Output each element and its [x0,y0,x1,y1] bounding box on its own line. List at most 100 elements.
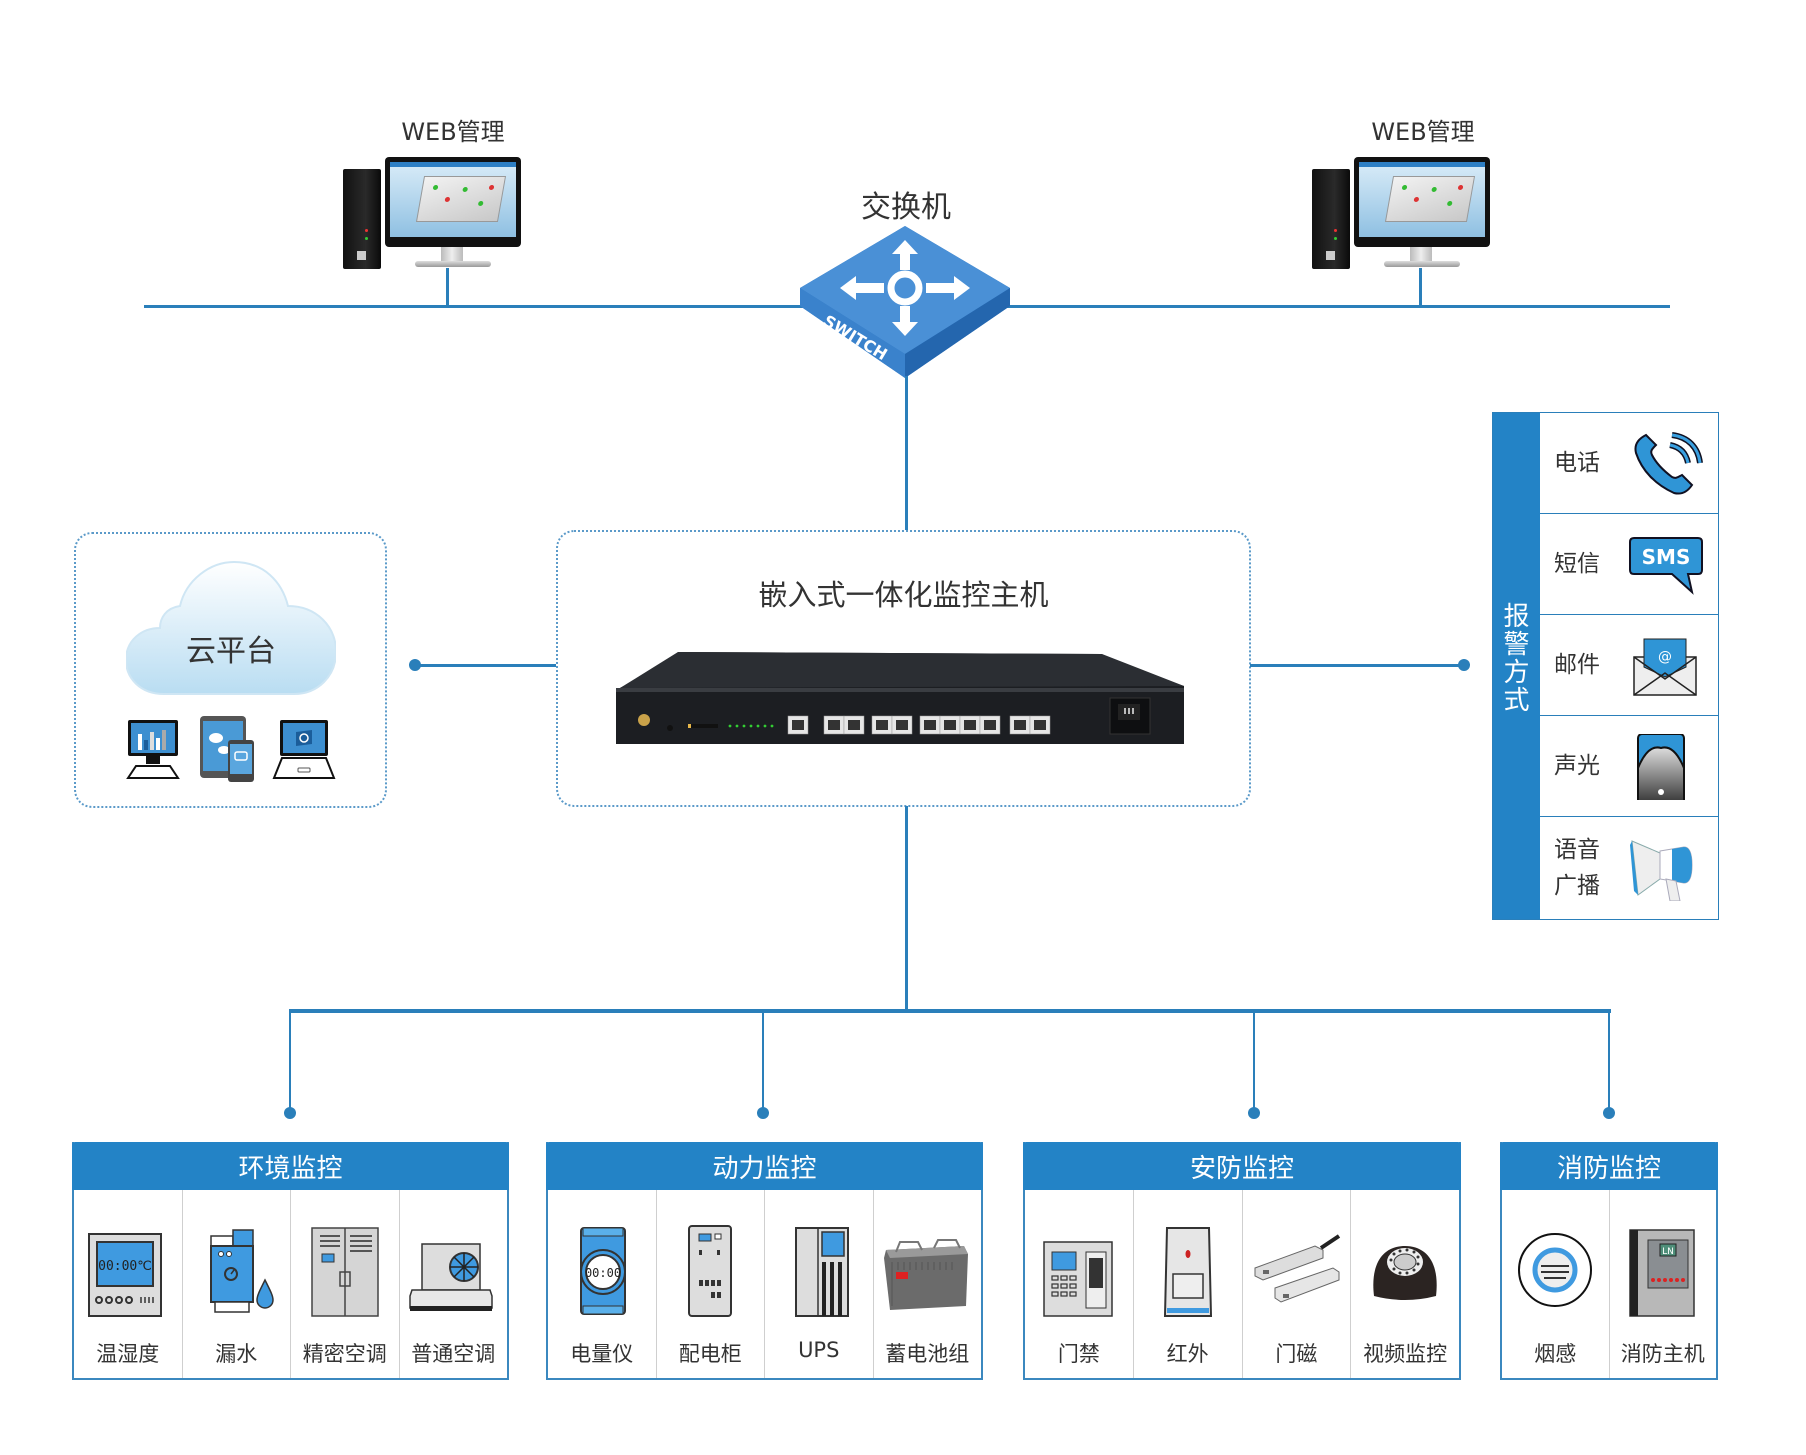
alarm-item-label: 声光 [1554,753,1600,779]
item-label: 视频监控 [1363,1342,1448,1366]
cloud-platform-box: 云平台 [74,532,387,808]
infrared-sensor-icon [1163,1227,1212,1317]
category-environment: 环境监控 00:00℃ 温湿度 漏水 精密空调 普通空调 [72,1142,509,1380]
item-door-magnet[interactable]: 门磁 [1243,1190,1352,1378]
web-management-label-right: WEB管理 [1371,118,1475,146]
category-security: 安防监控 门禁 红外 门磁 视频监控 [1023,1142,1461,1380]
category-title: 消防监控 [1500,1142,1718,1190]
switch-label: 交换机 [861,190,951,225]
battery-icon [884,1239,969,1310]
bus-branch-power [762,1011,764,1111]
item-label: 温湿度 [96,1342,160,1366]
alarm-item-label: 电话 [1554,450,1600,476]
switch-icon[interactable]: SWITCH [800,226,1010,378]
bus-branch-fire [1608,1011,1610,1111]
category-fire: 消防监控 烟感 LN 消防主机 [1500,1142,1718,1380]
host-title: 嵌入式一体化监控主机 [758,578,1049,612]
pc-right-drop-line [1419,268,1422,306]
sms-icon: SMS [1629,537,1703,595]
smoke-detector-icon [1518,1233,1593,1307]
alarm-item-phone[interactable]: 电话 [1540,413,1718,514]
email-icon: @ [1633,638,1697,696]
pc-left-drop-line [446,268,449,306]
item-label: 红外 [1166,1342,1209,1366]
item-access-control[interactable]: 门禁 [1025,1190,1134,1378]
cloud-platform-label: 云平台 [186,634,276,669]
switch-to-host-line [905,376,908,532]
svg-text:LN: LN [1662,1247,1674,1257]
pc-tower-icon [343,169,381,269]
item-label: 烟感 [1534,1342,1577,1366]
siren-icon [1637,734,1685,800]
item-video-surveillance[interactable]: 视频监控 [1351,1190,1459,1378]
item-infrared[interactable]: 红外 [1134,1190,1243,1378]
bus-dot-fire [1603,1107,1615,1119]
item-label: 漏水 [215,1342,258,1366]
host-to-bus-line [905,806,908,1012]
item-label: UPS [798,1338,840,1362]
item-water-leak[interactable]: 漏水 [183,1190,291,1378]
item-ups[interactable]: UPS [765,1190,874,1378]
category-title: 环境监控 [72,1142,509,1190]
bus-branch-security [1253,1011,1255,1111]
bus-branch-env [289,1011,291,1111]
item-label: 蓄电池组 [885,1342,970,1366]
monitor-icon [385,157,521,247]
category-title: 动力监控 [546,1142,983,1190]
alarm-item-voice-broadcast[interactable]: 语音 广播 [1540,817,1718,918]
item-precision-ac[interactable]: 精密空调 [291,1190,400,1378]
category-title: 安防监控 [1023,1142,1461,1190]
item-smoke-detector[interactable]: 烟感 [1502,1190,1610,1378]
monitoring-host-device[interactable] [616,652,1188,744]
alarm-methods-panel: 报警方式 电话 短信 SMS 邮件 @ 声光 语音 广播 [1492,412,1719,920]
item-label: 精密空调 [302,1342,387,1366]
item-label: 配电柜 [678,1342,742,1366]
alarm-item-siren[interactable]: 声光 [1540,716,1718,817]
water-leak-icon [210,1229,275,1313]
item-distribution-cabinet[interactable]: 配电柜 [657,1190,765,1378]
power-meter-icon: 00:00 [579,1227,626,1315]
access-control-icon [1043,1241,1113,1317]
fire-panel-icon: LN [1629,1229,1695,1317]
svg-text:SMS: SMS [1642,545,1691,569]
subsystem-bus-line [289,1009,1611,1013]
item-temp-humidity[interactable]: 00:00℃ 温湿度 [74,1190,183,1378]
web-management-label-left: WEB管理 [401,118,505,146]
bus-dot-security [1248,1107,1260,1119]
alarm-item-sms[interactable]: 短信 SMS [1540,514,1718,615]
ups-icon [794,1227,849,1317]
item-label: 门禁 [1057,1342,1100,1366]
svg-text:00:00℃: 00:00℃ [98,1259,152,1274]
bus-dot-env [284,1107,296,1119]
category-power: 动力监控 00:00 电量仪 配电柜 UPS 蓄电池组 [546,1142,983,1380]
web-management-pc-left[interactable] [343,157,523,272]
desktop-icon [126,720,180,779]
thermostat-icon: 00:00℃ [87,1233,162,1317]
laptop-icon [272,720,336,779]
svg-text:@: @ [1658,649,1672,665]
item-label: 门磁 [1275,1342,1318,1366]
item-battery[interactable]: 蓄电池组 [874,1190,982,1378]
item-power-meter[interactable]: 00:00 电量仪 [548,1190,657,1378]
cloud-connector-line [415,664,558,667]
door-magnet-icon [1254,1234,1341,1303]
alarm-item-label: 短信 [1554,551,1600,577]
item-fire-panel[interactable]: LN 消防主机 [1610,1190,1717,1378]
alarm-item-label: 语音 广播 [1554,836,1600,899]
svg-text:00:00: 00:00 [585,1266,621,1280]
alarm-item-label: 邮件 [1554,652,1600,678]
ac-unit-icon [409,1243,493,1311]
item-label: 普通空调 [411,1342,496,1366]
item-label: 电量仪 [570,1342,634,1366]
monitor-icon [1354,157,1490,247]
item-ac-unit[interactable]: 普通空调 [400,1190,508,1378]
alarm-connector-line [1250,664,1464,667]
bus-dot-power [757,1107,769,1119]
web-management-pc-right[interactable] [1312,157,1492,272]
alarm-item-email[interactable]: 邮件 @ [1540,615,1718,716]
item-label: 消防主机 [1620,1342,1705,1366]
alarm-methods-title-bar: 报警方式 [1493,413,1540,919]
alarm-methods-title: 报警方式 [1503,602,1530,716]
tablet-phone-icon [200,716,254,782]
pc-tower-icon [1312,169,1350,269]
